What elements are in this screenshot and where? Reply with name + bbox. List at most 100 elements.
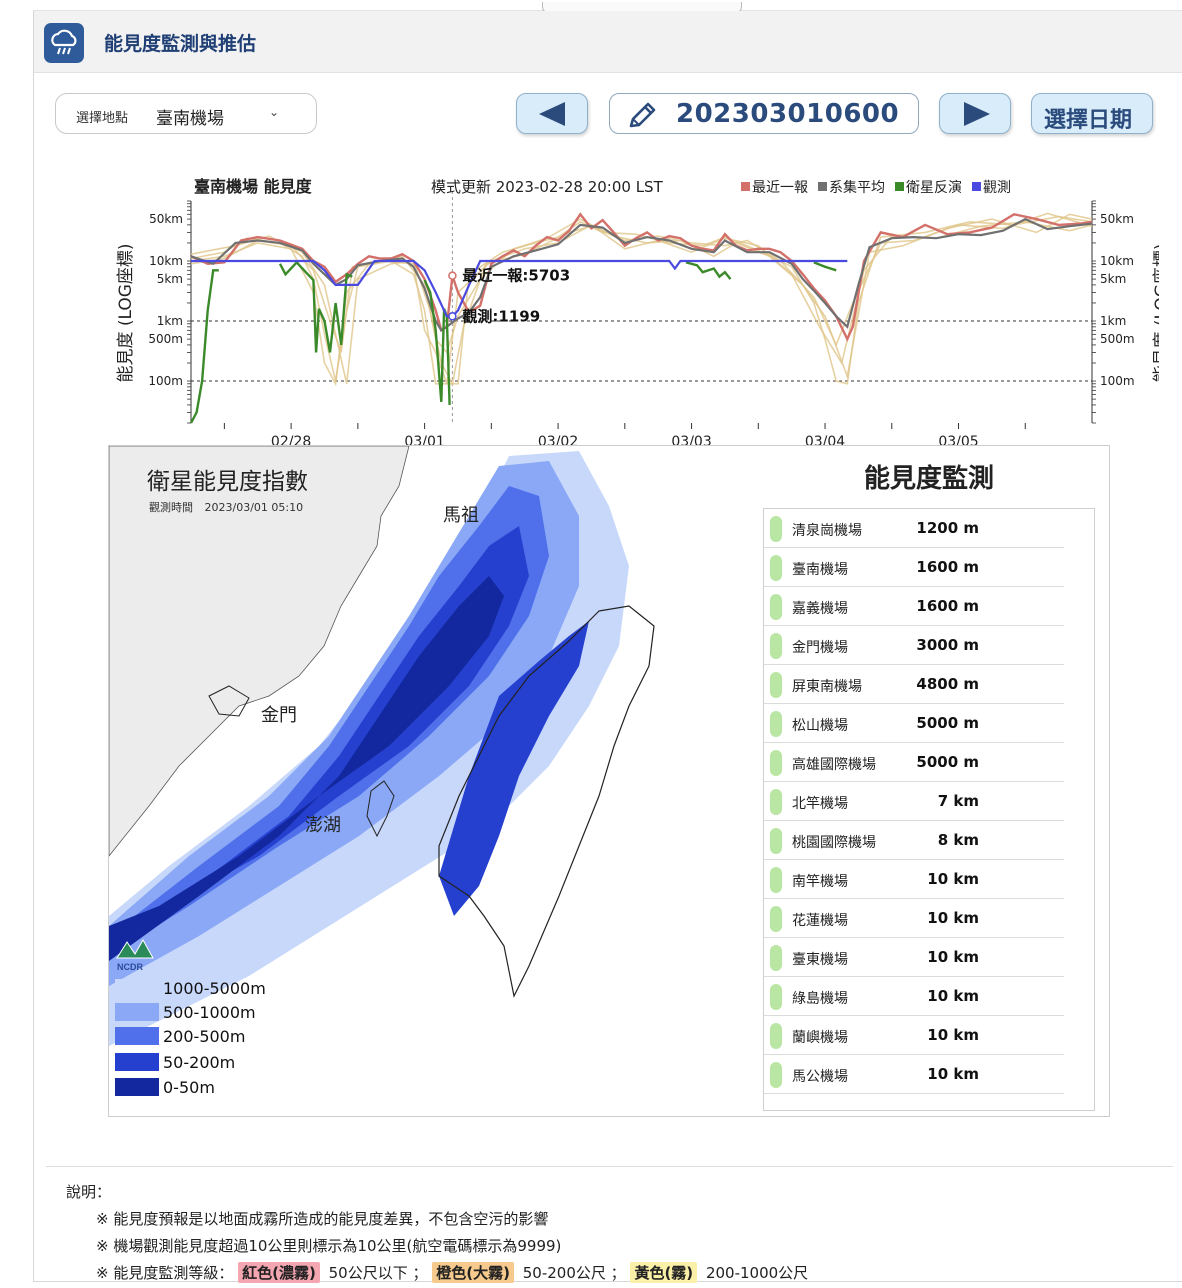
station-name: 臺東機場: [792, 952, 848, 968]
legend-swatch: [818, 182, 827, 191]
map-obs-label: 觀測時間: [149, 501, 193, 514]
legend-label: 觀測: [983, 180, 1011, 196]
status-dot: [770, 516, 782, 542]
annotation-point: [448, 271, 457, 280]
station-name: 桃園國際機場: [792, 835, 876, 851]
note-line-3: ※ 能見度監測等級： 紅色(濃霧) 50公尺以下 ； 橙色(大霧) 50-200…: [96, 1262, 1173, 1283]
pick-date-button[interactable]: 選擇日期: [1031, 93, 1153, 134]
prev-date-button[interactable]: [516, 93, 588, 134]
y-tick-label: 5km: [157, 272, 183, 286]
station-name: 清泉崗機場: [792, 523, 862, 539]
station-visibility: 10 km: [927, 909, 979, 927]
monitor-row: 南竿機場 10 km: [764, 860, 1064, 899]
y-tick-label: 1km: [1100, 314, 1126, 328]
monitor-row: 臺南機場 1600 m: [764, 548, 1064, 587]
station-name: 馬公機場: [792, 1069, 848, 1085]
location-select[interactable]: 選擇地點 臺南機場 ⌄: [55, 93, 317, 134]
level-yellow-badge: 黃色(霧): [630, 1262, 698, 1283]
y-tick-label: 500m: [1100, 332, 1135, 346]
status-dot: [770, 984, 782, 1010]
notes-title: 說明：: [66, 1183, 112, 1201]
status-dot: [770, 672, 782, 698]
annotation-label: 最近一報:5703: [462, 267, 570, 285]
y-tick-label: 100m: [148, 374, 183, 388]
triangle-left-icon: [539, 102, 565, 126]
legend-swatch: [115, 1003, 159, 1021]
monitor-row: 高雄國際機場 5000 m: [764, 743, 1064, 782]
monitor-row: 馬公機場 10 km: [764, 1055, 1064, 1094]
legend-item: 500-1000m: [115, 1000, 295, 1024]
date-field[interactable]: 202303010600: [609, 93, 919, 134]
status-dot: [770, 594, 782, 620]
monitor-row: 蘭嶼機場 10 km: [764, 1016, 1064, 1055]
map-legend: 1000-5000m 500-1000m 200-500m 50-200m 0-…: [115, 976, 295, 1099]
location-label: 選擇地點: [76, 111, 129, 126]
ensemble-member-line: [190, 220, 1093, 385]
station-name: 綠島機場: [792, 991, 848, 1007]
station-visibility: 8 km: [937, 831, 979, 849]
station-name: 高雄國際機場: [792, 757, 876, 773]
y-tick-label: 1km: [157, 314, 183, 328]
note-line-2: ※ 機場觀測能見度超過10公里則標示為10公里(航空電碼標示為9999): [96, 1237, 562, 1255]
monitor-title: 能見度監測: [863, 464, 994, 494]
map-obs-time: 2023/03/01 05:10: [204, 501, 304, 514]
level-red-badge: 紅色(濃霧): [238, 1262, 320, 1283]
legend-item: 1000-5000m: [115, 976, 295, 1000]
map-label-penghu: 澎湖: [305, 815, 341, 836]
legend-label: 衛星反演: [906, 180, 962, 196]
annotation-point: [448, 312, 457, 321]
station-visibility: 10 km: [927, 1065, 979, 1083]
legend-swatch: [895, 182, 904, 191]
chart-subtitle: 模式更新 2023-02-28 20:00 LST: [431, 178, 664, 196]
y-tick-label: 5km: [1100, 272, 1126, 286]
station-visibility: 4800 m: [916, 675, 979, 693]
level-orange-badge: 橙色(大霧): [432, 1262, 514, 1283]
legend-swatch: [115, 1027, 159, 1045]
y-tick-label: 10km: [1100, 254, 1134, 268]
header-bar: 能見度監測與推估: [34, 11, 1182, 73]
legend-label: 1000-5000m: [163, 979, 266, 998]
cloud-rain-icon: [44, 23, 84, 63]
legend-label: 200-500m: [163, 1027, 246, 1046]
date-value: 202303010600: [676, 99, 900, 129]
monitor-row: 北竿機場 7 km: [764, 782, 1064, 821]
y-axis-label-right: 能見度 (LOG座標): [1152, 243, 1159, 382]
station-visibility: 3000 m: [916, 636, 979, 654]
map-obs-time-row: 觀測時間 2023/03/01 05:10: [149, 499, 303, 515]
chart-canvas: 50km 50km 10km 10km 5km 5km 1km 1km 500m 500m 100m…: [116, 177, 1172, 450]
legend-label: 500-1000m: [163, 1003, 256, 1022]
station-name: 北竿機場: [792, 796, 848, 812]
station-name: 嘉義機場: [792, 601, 848, 617]
monitor-row: 嘉義機場 1600 m: [764, 587, 1064, 626]
station-visibility: 10 km: [927, 948, 979, 966]
station-name: 臺南機場: [792, 562, 848, 578]
legend-label: 最近一報: [752, 180, 808, 196]
monitor-list: 清泉崗機場 1200 m 臺南機場 1600 m 嘉義機場 1600 m 金門機場 3000 …: [763, 508, 1095, 1111]
station-visibility: 1200 m: [916, 519, 979, 537]
legend-item: 200-500m: [115, 1024, 295, 1050]
note-levels-prefix: ※ 能見度監測等級：: [96, 1264, 234, 1282]
monitor-row: 松山機場 5000 m: [764, 704, 1064, 743]
legend-swatch: [115, 1053, 159, 1071]
station-visibility: 7 km: [937, 792, 979, 810]
status-dot: [770, 945, 782, 971]
legend-item: 50-200m: [115, 1050, 295, 1075]
visibility-chart: 50km 50km 10km 10km 5km 5km 1km 1km 500m 500m 100m…: [79, 161, 1172, 456]
legend-label: 50-200m: [163, 1053, 236, 1072]
level-orange-desc: 50-200公尺 ；: [522, 1264, 626, 1282]
monitor-row: 金門機場 3000 m: [764, 626, 1064, 665]
status-dot: [770, 906, 782, 932]
status-dot: [770, 633, 782, 659]
station-name: 蘭嶼機場: [792, 1030, 848, 1046]
level-red-desc: 50公尺以下 ；: [328, 1264, 428, 1282]
level-yellow-desc: 200-1000公尺: [705, 1264, 809, 1282]
status-dot: [770, 867, 782, 893]
notes-section: 說明： ※ 能見度預報是以地面成霧所造成的能見度差異，不包含空污的影響 ※ 機場…: [46, 1166, 1173, 1283]
status-dot: [770, 711, 782, 737]
status-dot: [770, 555, 782, 581]
next-date-button[interactable]: [939, 93, 1011, 134]
station-visibility: 5000 m: [916, 714, 979, 732]
y-tick-label: 50km: [149, 212, 183, 226]
station-name: 花蓮機場: [792, 913, 848, 929]
monitor-row: 屏東南機場 4800 m: [764, 665, 1064, 704]
